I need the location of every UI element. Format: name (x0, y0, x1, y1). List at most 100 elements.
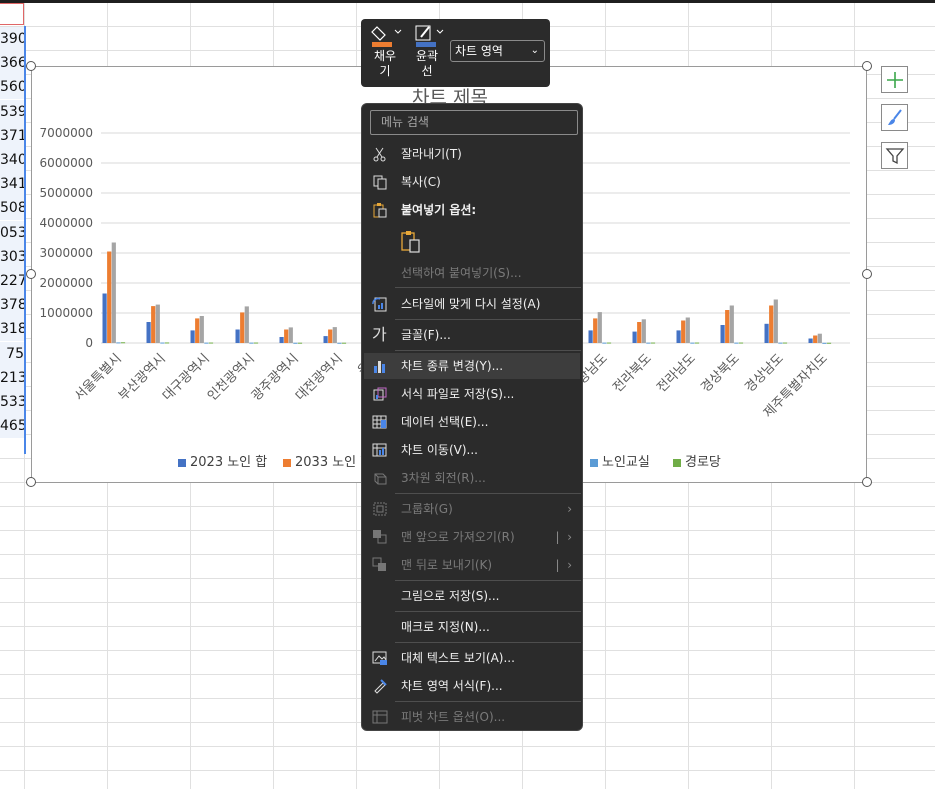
bar[interactable] (782, 342, 788, 344)
bar[interactable] (676, 330, 681, 343)
bar[interactable] (279, 337, 284, 343)
menu-item-change-chart-type[interactable]: 차트 종류 변경(Y)... (364, 353, 580, 379)
cell-value[interactable]: 533 (0, 390, 24, 414)
cell-value[interactable]: 366 (0, 51, 24, 76)
bar[interactable] (337, 342, 342, 344)
bar[interactable] (102, 293, 107, 344)
bar[interactable] (808, 338, 813, 344)
bar[interactable] (297, 342, 303, 344)
bar[interactable] (650, 342, 656, 344)
legend-item-2023[interactable]: 2023 노인 합 (178, 451, 267, 470)
bar[interactable] (637, 322, 642, 343)
cell-value[interactable]: 371 (0, 123, 24, 148)
bar[interactable] (332, 327, 337, 343)
resize-handle-top-right[interactable] (862, 61, 872, 71)
bar[interactable] (690, 342, 695, 344)
menu-item-save-template[interactable]: 서식 파일로 저장(S)... (364, 381, 580, 407)
cell-value[interactable]: 227 (0, 269, 24, 293)
bar[interactable] (293, 342, 298, 344)
bar[interactable] (606, 342, 612, 344)
bar[interactable] (160, 342, 165, 344)
resize-handle-left[interactable] (26, 269, 36, 279)
bar[interactable] (235, 329, 240, 344)
bar[interactable] (240, 312, 245, 343)
bar[interactable] (323, 336, 328, 343)
bar[interactable] (204, 342, 209, 344)
cell-value[interactable]: 340 (0, 148, 24, 172)
cell-value[interactable]: 341 (0, 172, 24, 197)
bar[interactable] (249, 342, 254, 344)
menu-item-select-data[interactable]: 데이터 선택(E)... (364, 409, 580, 435)
bar[interactable] (195, 318, 200, 343)
cell-value[interactable]: 539 (0, 99, 24, 124)
bar[interactable] (151, 306, 156, 343)
bar[interactable] (725, 310, 730, 343)
bar[interactable] (734, 342, 739, 344)
cell-value[interactable]: 465 (0, 414, 24, 439)
bar[interactable] (685, 317, 690, 344)
menu-item-cut[interactable]: 잘라내기(T) (364, 141, 580, 167)
bar[interactable] (328, 329, 333, 344)
bar[interactable] (199, 316, 204, 343)
legend-item-senior-class[interactable]: 노인교실 (590, 451, 650, 470)
chart-styles-button[interactable] (881, 104, 908, 131)
cell-value[interactable]: 390 (0, 27, 24, 51)
resize-handle-top-left[interactable] (26, 61, 36, 71)
bar[interactable] (738, 342, 744, 344)
menu-item-font[interactable]: 가 글꼴(F)... (364, 322, 580, 348)
resize-handle-right[interactable] (862, 269, 872, 279)
bar[interactable] (155, 304, 160, 343)
menu-item-copy[interactable]: 복사(C) (364, 169, 580, 195)
bar[interactable] (822, 342, 827, 344)
bar[interactable] (694, 342, 700, 344)
bar[interactable] (146, 322, 151, 343)
bar[interactable] (826, 342, 832, 344)
bar[interactable] (164, 342, 170, 344)
cell-value[interactable]: 213 (0, 365, 24, 390)
menu-item-move-chart[interactable]: 차트 이동(V)... (364, 437, 580, 463)
bar[interactable] (208, 342, 214, 344)
bar[interactable] (253, 342, 259, 344)
cell-value[interactable]: 560 (0, 75, 24, 100)
chart-elements-button[interactable] (881, 66, 908, 93)
bar[interactable] (593, 318, 598, 343)
resize-handle-bottom-right[interactable] (862, 477, 872, 487)
bar[interactable] (720, 325, 725, 343)
bar[interactable] (111, 242, 116, 344)
menu-search-input[interactable]: 메뉴 검색 (370, 110, 578, 135)
bar[interactable] (764, 323, 769, 343)
fill-button[interactable]: 채우 기 (367, 23, 403, 83)
cell-value[interactable]: 303 (0, 244, 24, 269)
cell-value[interactable]: 053 (0, 220, 24, 245)
bar[interactable] (244, 306, 249, 343)
outline-button[interactable]: 윤곽 선 (409, 23, 445, 83)
menu-item-reset-style[interactable]: 스타일에 맞게 다시 설정(A) (364, 291, 580, 317)
bar[interactable] (284, 329, 289, 344)
menu-item-assign-macro[interactable]: 매크로 지정(N)... (364, 614, 580, 640)
bar[interactable] (778, 342, 783, 344)
paste-option-button[interactable] (398, 229, 424, 255)
bar[interactable] (817, 333, 822, 343)
bar[interactable] (116, 342, 121, 344)
cell-value[interactable]: 318 (0, 317, 24, 342)
bar[interactable] (597, 312, 602, 343)
chart-element-select[interactable]: 차트 영역 ⌄ (450, 40, 545, 62)
menu-item-format-chart-area[interactable]: 차트 영역 서식(F)... (364, 673, 580, 699)
bar[interactable] (602, 342, 607, 344)
bar[interactable] (107, 251, 112, 344)
bar[interactable] (341, 342, 347, 344)
bar[interactable] (681, 320, 686, 344)
bar[interactable] (288, 327, 293, 343)
bar[interactable] (190, 330, 195, 343)
legend-item-senior-center[interactable]: 경로당 (673, 451, 721, 470)
chart-filters-button[interactable] (881, 142, 908, 169)
bar[interactable] (773, 299, 778, 344)
cell-value[interactable]: 75 (0, 341, 24, 366)
resize-handle-bottom-left[interactable] (26, 477, 36, 487)
bar[interactable] (646, 342, 651, 344)
menu-item-save-as-picture[interactable]: 그림으로 저장(S)... (364, 583, 580, 609)
cell-value[interactable]: 378 (0, 293, 24, 318)
bar[interactable] (588, 330, 593, 343)
bar[interactable] (769, 305, 774, 344)
bar[interactable] (120, 342, 126, 344)
